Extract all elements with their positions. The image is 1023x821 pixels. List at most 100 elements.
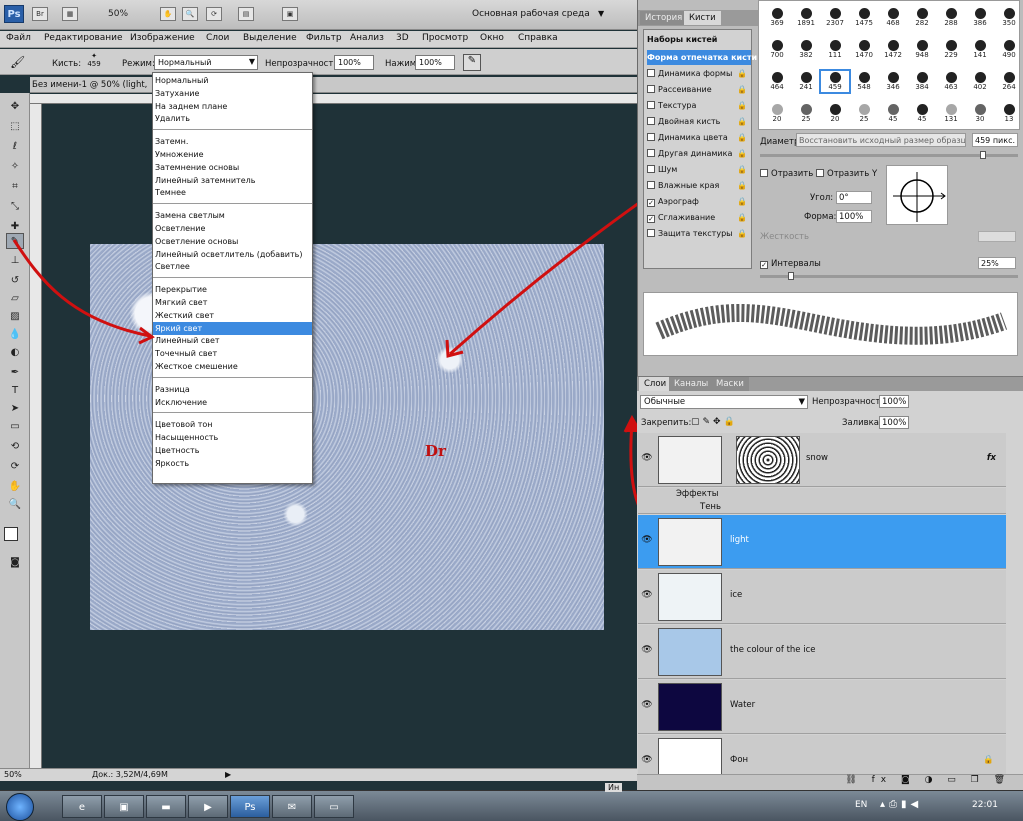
menu-filter[interactable]: Фильтр: [306, 33, 342, 43]
workspace-switcher[interactable]: Основная рабочая среда: [472, 9, 590, 19]
blend-mode-option[interactable]: Затемнение основы: [153, 161, 312, 174]
brush-preset[interactable]: 282: [908, 7, 936, 28]
tab-masks[interactable]: Маски: [711, 377, 749, 391]
photoshop-taskbar-icon[interactable]: Ps: [230, 795, 270, 818]
blend-mode-option[interactable]: Жесткий свет: [153, 309, 312, 322]
brush-preset[interactable]: 20: [821, 103, 849, 124]
clone-stamp-icon[interactable]: ⊥: [6, 253, 24, 269]
visibility-eye-icon[interactable]: 👁: [641, 453, 653, 463]
blend-mode-option[interactable]: Затемн.: [153, 135, 312, 148]
brush-preset[interactable]: 369: [763, 7, 791, 28]
brush-preset[interactable]: 464: [763, 71, 791, 92]
layer-name[interactable]: Фон: [730, 755, 748, 765]
layer-thumbnail[interactable]: [658, 628, 722, 676]
tab-brushes[interactable]: Кисти: [684, 11, 721, 25]
brush-preset[interactable]: 402: [966, 71, 994, 92]
move-tool-icon[interactable]: ✥: [6, 99, 24, 115]
brush-preset[interactable]: 459: [819, 69, 851, 94]
shape-tool-icon[interactable]: ▭: [6, 419, 24, 435]
roundness-field[interactable]: 100%: [836, 210, 872, 223]
brush-preset[interactable]: 30: [966, 103, 994, 124]
menu-layers[interactable]: Слои: [206, 33, 229, 43]
blend-mode-option[interactable]: Мягкий свет: [153, 296, 312, 309]
zoom-level[interactable]: 50%: [108, 9, 128, 19]
brush-setting-item[interactable]: Динамика цвета 🔒: [647, 130, 751, 145]
brush-preset[interactable]: 384: [908, 71, 936, 92]
brush-setting-item[interactable]: Защита текстуры 🔒: [647, 226, 751, 241]
spacing-value[interactable]: 25%: [978, 257, 1016, 269]
path-selection-icon[interactable]: ➤: [6, 401, 24, 417]
brush-preset[interactable]: 490: [995, 39, 1023, 60]
brush-setting-item[interactable]: ✓ Сглаживание 🔒: [647, 210, 751, 225]
brush-preset[interactable]: 13: [995, 103, 1023, 124]
checkbox[interactable]: [647, 69, 655, 77]
bridge-icon[interactable]: Br: [32, 7, 48, 21]
quick-mask-icon[interactable]: ◙: [6, 555, 24, 571]
blend-mode-option[interactable]: Осветление основы: [153, 235, 312, 248]
dodge-tool-icon[interactable]: ◐: [6, 345, 24, 361]
hand-tool-icon[interactable]: ✋: [160, 7, 176, 21]
eraser-icon[interactable]: ▱: [6, 291, 24, 307]
layer-name[interactable]: light: [730, 535, 749, 545]
workspace-dropdown-icon[interactable]: ▼: [598, 9, 604, 18]
checkbox[interactable]: ✓: [647, 199, 655, 207]
hand-icon[interactable]: ✋: [6, 479, 24, 495]
mode-select[interactable]: Нормальный ▼: [154, 55, 258, 70]
brush-preset[interactable]: 241: [792, 71, 820, 92]
blend-mode-option[interactable]: Темнее: [153, 186, 312, 199]
blend-mode-option[interactable]: Точечный свет: [153, 347, 312, 360]
brush-setting-item[interactable]: Текстура 🔒: [647, 98, 751, 113]
brush-preset[interactable]: 2307: [821, 7, 849, 28]
spacing-slider[interactable]: [760, 275, 1018, 278]
flip-x-checkbox[interactable]: Отразить X: [760, 169, 822, 179]
layer-blend-mode-select[interactable]: Обычные ▼: [640, 395, 808, 409]
blend-mode-option[interactable]: Умножение: [153, 148, 312, 161]
layer-opacity-field[interactable]: 100%: [879, 395, 909, 408]
lock-icon[interactable]: 🔒: [737, 146, 747, 161]
brush-preset[interactable]: 45: [908, 103, 936, 124]
tray-icons[interactable]: ▴⎙▮◀: [880, 799, 922, 810]
blend-mode-option[interactable]: Яркость: [153, 457, 312, 470]
brush-preset[interactable]: 1475: [850, 7, 878, 28]
angle-field[interactable]: 0°: [836, 191, 872, 204]
language-indicator[interactable]: EN: [855, 800, 867, 810]
flow-field[interactable]: 100%: [415, 55, 455, 70]
marquee-tool-icon[interactable]: ⬚: [6, 119, 24, 135]
eyedropper-icon[interactable]: ⤡: [6, 199, 24, 215]
brush-setting-item[interactable]: Рассеивание 🔒: [647, 82, 751, 97]
visibility-eye-icon[interactable]: 👁: [641, 700, 653, 710]
brush-presets-button[interactable]: Наборы кистей: [647, 32, 751, 47]
lock-icons[interactable]: ▢✎✥🔒: [691, 417, 738, 427]
brush-setting-item[interactable]: Шум 🔒: [647, 162, 751, 177]
layer-thumbnail[interactable]: [658, 436, 722, 484]
status-arrow-icon[interactable]: ▶: [225, 770, 231, 779]
brush-angle-preview[interactable]: [886, 165, 948, 225]
brush-preset[interactable]: 948: [908, 39, 936, 60]
menu-edit[interactable]: Редактирование: [44, 33, 123, 43]
layer-thumbnail[interactable]: [658, 683, 722, 731]
brush-preset[interactable]: 463: [937, 71, 965, 92]
fill-field[interactable]: 100%: [879, 416, 909, 429]
media-taskbar-icon[interactable]: ▶: [188, 795, 228, 818]
zoom-tool-icon[interactable]: 🔍: [182, 7, 198, 21]
layer-name[interactable]: Water: [730, 700, 755, 710]
layer-mask-thumbnail[interactable]: [736, 436, 800, 484]
visibility-eye-icon[interactable]: 👁: [641, 590, 653, 600]
brush-setting-item[interactable]: Форма отпечатка кисти: [647, 50, 757, 65]
brush-tool-icon[interactable]: ✎: [6, 233, 24, 249]
menu-image[interactable]: Изображение: [130, 33, 195, 43]
layer-row[interactable]: 👁 ice: [638, 570, 1006, 624]
blend-mode-option[interactable]: Светлее: [153, 260, 312, 273]
brush-preset[interactable]: 264: [995, 71, 1023, 92]
lock-icon[interactable]: 🔒: [737, 162, 747, 177]
brush-preset[interactable]: 700: [763, 39, 791, 60]
pen-tool-icon[interactable]: ✒: [6, 365, 24, 381]
blend-mode-option[interactable]: Исключение: [153, 396, 312, 409]
lock-icon[interactable]: 🔒: [737, 194, 747, 209]
lock-icon[interactable]: 🔒: [737, 66, 747, 81]
visibility-eye-icon[interactable]: 👁: [641, 535, 653, 545]
blend-mode-option[interactable]: Цветность: [153, 444, 312, 457]
menu-window[interactable]: Окно: [480, 33, 504, 43]
ie-taskbar-icon[interactable]: e: [62, 795, 102, 818]
layer-name[interactable]: the colour of the ice: [730, 645, 815, 655]
